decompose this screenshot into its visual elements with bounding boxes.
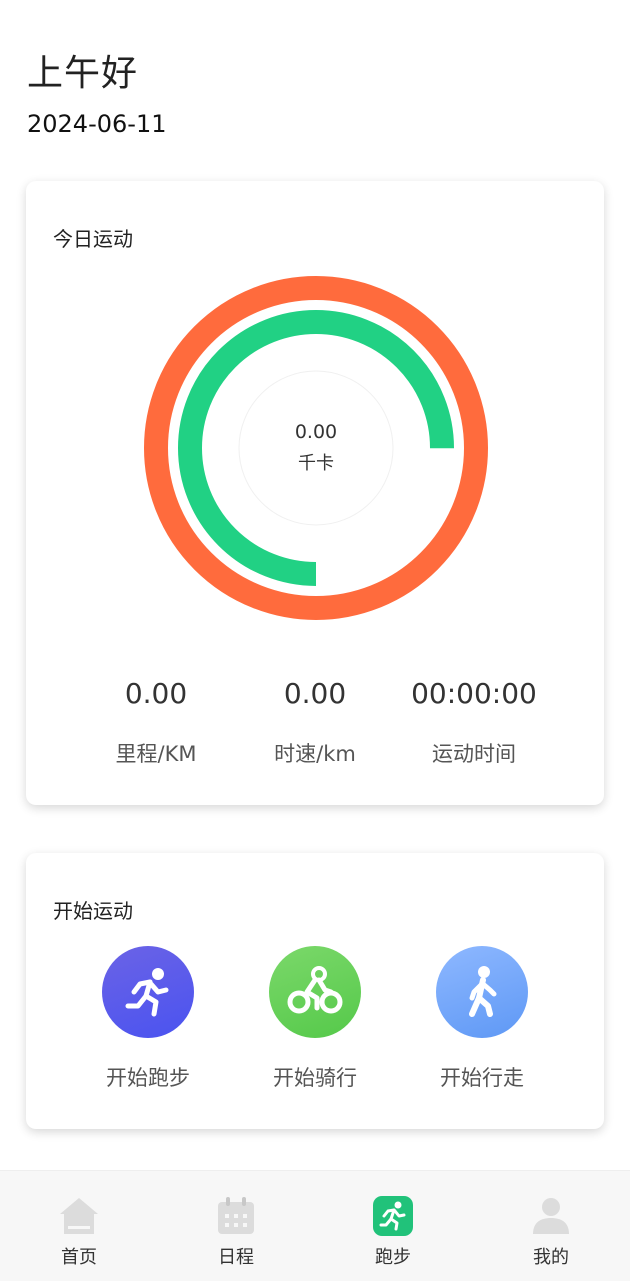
calorie-ring-chart: 0.00 千卡 xyxy=(142,274,490,622)
stat-speed-label: 时速/km xyxy=(274,742,356,766)
running-icon xyxy=(102,946,194,1038)
tab-schedule-label: 日程 xyxy=(218,1247,254,1268)
user-icon xyxy=(530,1195,572,1237)
start-walking-button[interactable]: 开始行走 xyxy=(397,946,567,1092)
calories-unit: 千卡 xyxy=(298,453,334,474)
current-date: 2024-06-11 xyxy=(27,110,167,138)
today-exercise-title: 今日运动 xyxy=(53,227,133,251)
today-exercise-card: 今日运动 0.00 千卡 0.00 里程/KM 0.00 时速/km 00:00… xyxy=(26,181,604,805)
stat-distance: 0.00 里程/KM xyxy=(66,677,246,768)
stat-distance-value: 0.00 xyxy=(124,677,188,710)
start-cycling-label: 开始骑行 xyxy=(273,1066,357,1090)
start-running-label: 开始跑步 xyxy=(106,1066,190,1090)
start-exercise-card: 开始运动 开始跑步 开始骑行 开始行走 xyxy=(26,853,604,1129)
greeting-title: 上午好 xyxy=(27,53,139,94)
tab-running-label: 跑步 xyxy=(375,1247,411,1268)
stat-speed-value: 0.00 xyxy=(283,677,347,710)
start-walking-label: 开始行走 xyxy=(440,1066,524,1090)
tab-home[interactable]: 首页 xyxy=(19,1195,139,1269)
calories-value: 0.00 xyxy=(294,421,338,443)
stat-distance-label: 里程/KM xyxy=(115,742,197,766)
start-cycling-button[interactable]: 开始骑行 xyxy=(230,946,400,1092)
stat-speed: 0.00 时速/km xyxy=(225,677,405,768)
stat-duration-label: 运动时间 xyxy=(432,742,516,766)
tab-running[interactable]: 跑步 xyxy=(333,1195,453,1269)
cycling-icon xyxy=(269,946,361,1038)
tab-home-label: 首页 xyxy=(61,1247,97,1268)
tab-profile[interactable]: 我的 xyxy=(491,1195,611,1269)
tab-schedule[interactable]: 日程 xyxy=(176,1195,296,1269)
bottom-tab-bar: 首页 日程 跑步 我的 xyxy=(0,1170,630,1281)
walking-icon xyxy=(436,946,528,1038)
tab-profile-label: 我的 xyxy=(533,1247,569,1268)
start-exercise-title: 开始运动 xyxy=(53,899,133,923)
stat-duration-value: 00:00:00 xyxy=(411,677,537,710)
ring-center-disc xyxy=(238,370,394,526)
running-icon xyxy=(372,1195,414,1237)
start-running-button[interactable]: 开始跑步 xyxy=(63,946,233,1092)
calendar-icon xyxy=(215,1195,257,1237)
home-icon xyxy=(58,1195,100,1237)
stat-duration: 00:00:00 运动时间 xyxy=(384,677,564,768)
